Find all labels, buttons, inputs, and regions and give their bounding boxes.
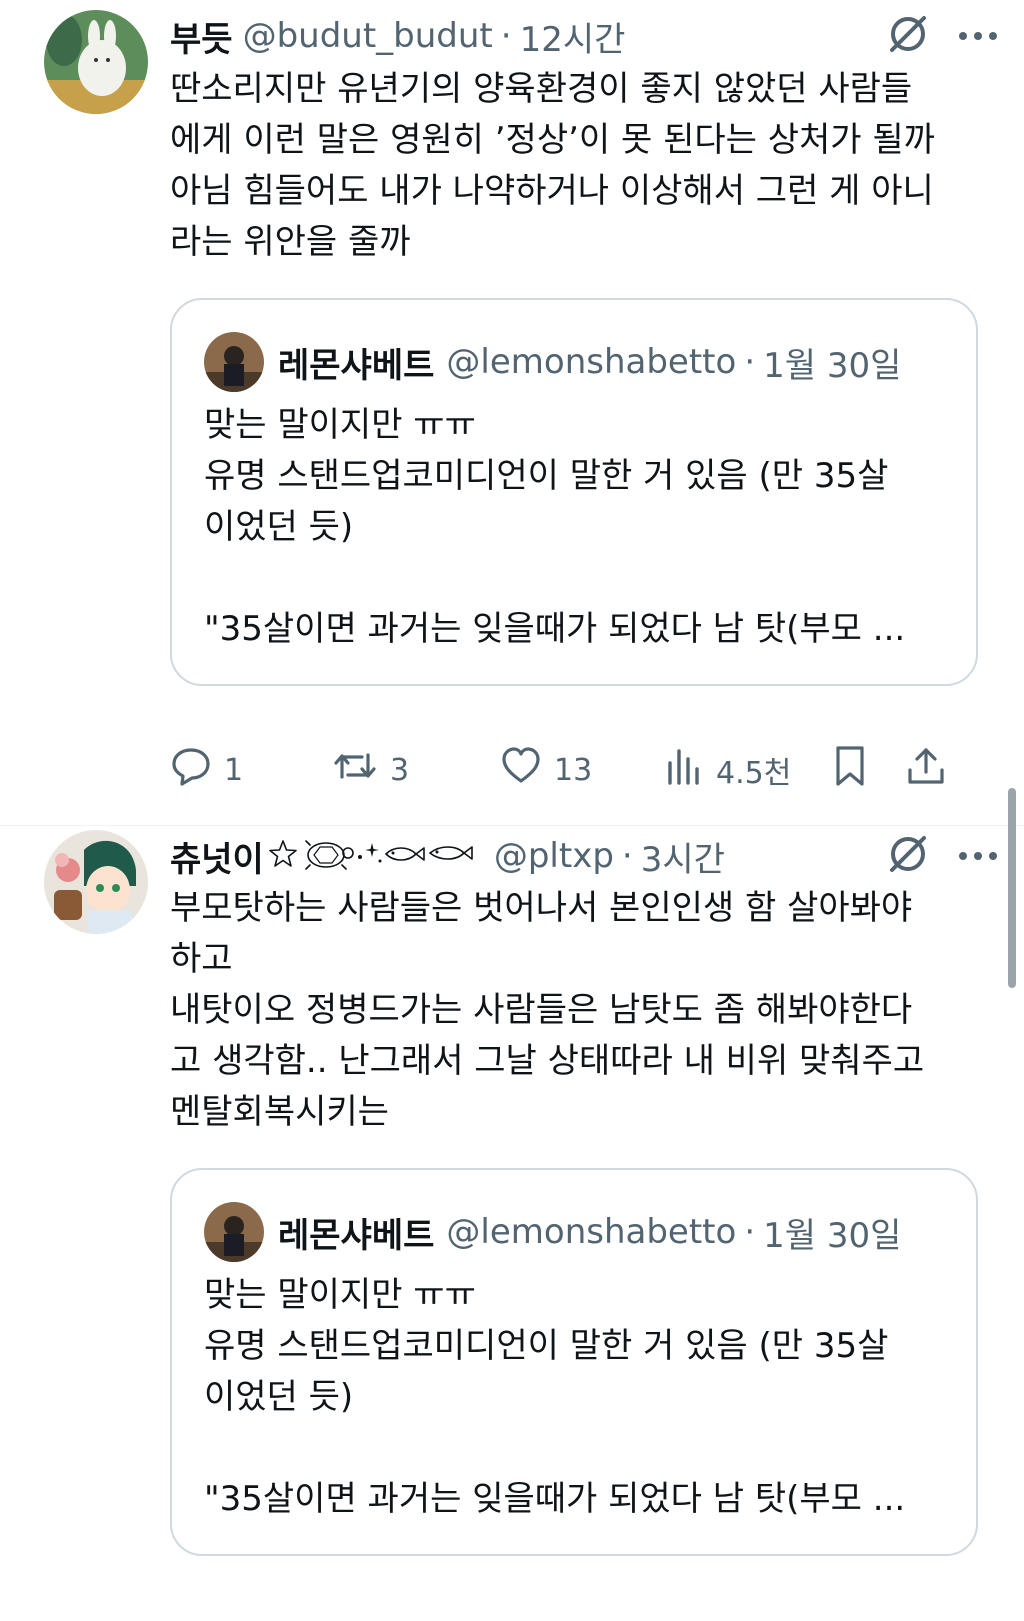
more-icon[interactable] <box>958 27 998 46</box>
turtle-icon <box>298 837 356 875</box>
name-emoji-decorations <box>268 837 474 875</box>
grok-slash-icon[interactable] <box>886 832 930 880</box>
bookmark-button[interactable] <box>830 740 870 800</box>
tweet-text: 부모탓하는 사람들은 벗어나서 본인인생 함 살아봐야 하고 내탓이오 정병드가… <box>170 888 925 1132</box>
header-icons <box>886 8 998 64</box>
quote-text: 맞는 말이지만 ㅠㅠ 유명 스탠드업코미디언이 말한 거 있음 (만 35살 이… <box>204 1275 906 1519</box>
header-icons <box>886 828 998 884</box>
reply-icon <box>170 745 212 795</box>
quote-author-name: 레몬샤베트 <box>278 1215 435 1256</box>
author-name[interactable]: 부듯 <box>170 12 233 61</box>
tweet-text: 딴소리지만 유년기의 양육환경이 좋지 않았던 사람들 에게 이런 말은 영원히… <box>170 69 935 262</box>
tweet-header: 츄넛이 @pltxp · 3시간 <box>170 828 1004 884</box>
avatar[interactable] <box>44 10 148 114</box>
quote-avatar <box>204 332 264 392</box>
avatar[interactable] <box>44 830 148 934</box>
quote-avatar <box>204 1202 264 1262</box>
timestamp[interactable]: 12시간 <box>520 12 626 61</box>
timestamp[interactable]: 3시간 <box>641 832 725 881</box>
more-icon[interactable] <box>958 847 998 866</box>
share-icon <box>904 744 948 796</box>
reply-count: 1 <box>224 752 244 788</box>
reply-button[interactable]: 1 <box>170 740 243 800</box>
scrollbar[interactable] <box>1008 788 1016 988</box>
like-button[interactable]: 13 <box>500 740 592 800</box>
author-handle[interactable]: @budut_budut <box>243 16 493 56</box>
quote-header: 레몬샤베트 @lemonshabetto · 1월 30일 <box>204 1200 901 1264</box>
quote-author-handle: @lemonshabetto <box>446 1212 737 1252</box>
bookmark-icon <box>830 744 870 796</box>
quote-header: 레몬샤베트 @lemonshabetto · 1월 30일 <box>204 330 901 394</box>
separator-dot: · <box>744 1212 756 1252</box>
quote-timestamp: 1월 30일 <box>763 345 902 386</box>
views-button[interactable]: 4.5천 <box>664 740 791 800</box>
share-button[interactable] <box>904 740 948 800</box>
quote-text: 맞는 말이지만 ㅠㅠ 유명 스탠드업코미디언이 말한 거 있음 (만 35살 이… <box>204 405 906 649</box>
retweet-icon <box>332 745 378 795</box>
retweet-count: 3 <box>390 752 410 788</box>
author-handle[interactable]: @pltxp <box>494 836 614 876</box>
fish-icon <box>426 843 474 869</box>
grok-slash-icon[interactable] <box>886 12 930 60</box>
star-icon <box>268 839 298 873</box>
tweet[interactable]: 부듯 @budut_budut · 12시간 딴소리지만 유년기의 양육환경이 … <box>0 0 1024 826</box>
quote-author-name: 레몬샤베트 <box>278 345 435 386</box>
quote-timestamp: 1월 30일 <box>763 1215 902 1256</box>
quote-author-handle: @lemonshabetto <box>446 342 737 382</box>
tweet[interactable]: 츄넛이 @pltxp · 3시간 부모탓하는 사람들은 벗어나서 본인인생 함 … <box>0 826 1024 1621</box>
like-count: 13 <box>554 752 593 788</box>
separator-dot: · <box>500 16 512 56</box>
like-icon <box>500 745 542 795</box>
tweet-header: 부듯 @budut_budut · 12시간 <box>170 8 1004 64</box>
views-icon <box>664 745 704 795</box>
fish-icon <box>382 842 426 870</box>
quoted-tweet[interactable]: 레몬샤베트 @lemonshabetto · 1월 30일 맞는 말이지만 ㅠㅠ… <box>170 298 978 686</box>
author-name[interactable]: 츄넛이 <box>170 832 264 881</box>
separator-dot: · <box>621 836 633 876</box>
views-count: 4.5천 <box>716 756 792 791</box>
tweet-actions: 1 3 13 4.5천 <box>170 740 990 800</box>
quoted-tweet[interactable]: 레몬샤베트 @lemonshabetto · 1월 30일 맞는 말이지만 ㅠㅠ… <box>170 1168 978 1556</box>
retweet-button[interactable]: 3 <box>332 740 409 800</box>
sparkle-icon <box>356 839 382 873</box>
separator-dot: · <box>744 342 756 382</box>
